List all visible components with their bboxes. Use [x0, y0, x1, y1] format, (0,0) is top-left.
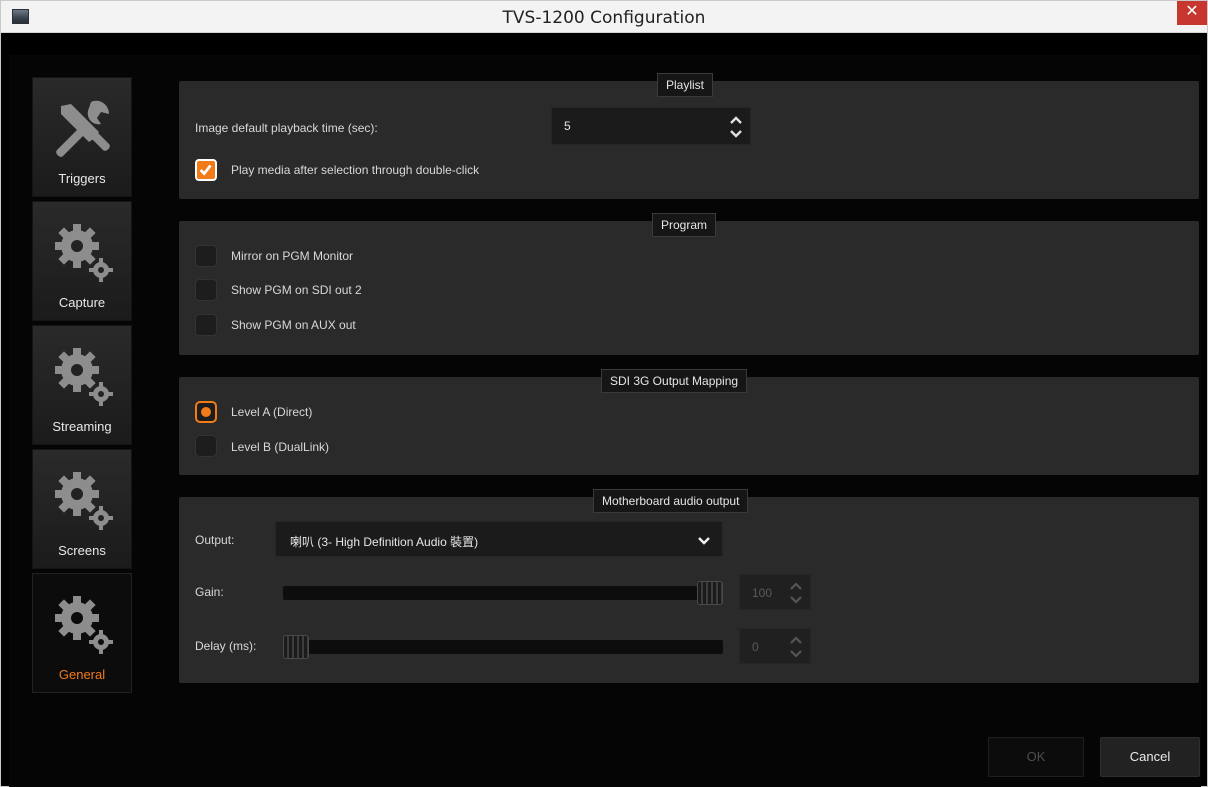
config-window: TVS-1200 Configuration ✕ Triggers Captur… — [0, 0, 1208, 787]
tools-icon — [56, 100, 110, 157]
gain-value: 100 — [752, 586, 773, 600]
mirror-pgm-checkbox[interactable] — [195, 245, 217, 267]
gain-stepper[interactable]: 100 — [739, 574, 811, 610]
gears-icon — [55, 348, 113, 406]
image-time-stepper[interactable]: 5 — [551, 107, 751, 145]
title-bar[interactable]: TVS-1200 Configuration ✕ — [1, 1, 1207, 33]
level-b-label: Level B (DualLink) — [231, 440, 330, 454]
sidebar-item-general[interactable]: General — [32, 573, 132, 693]
sidebar-item-label: Capture — [58, 295, 106, 310]
spin-arrows-icon[interactable] — [788, 632, 804, 662]
gears-icon — [55, 596, 113, 654]
delay-slider-handle[interactable] — [283, 635, 309, 659]
audio-output-select[interactable]: 喇叭 (3- High Definition Audio 裝置) — [275, 521, 723, 557]
sdi-mapping-group: SDI 3G Output Mapping Level A (Direct) L… — [179, 369, 1199, 475]
pgm-sdi-out2-label: Show PGM on SDI out 2 — [231, 283, 362, 297]
sidebar-item-streaming[interactable]: Streaming — [32, 325, 132, 445]
output-label: Output: — [195, 533, 235, 547]
delay-slider[interactable] — [283, 635, 723, 659]
gain-slider[interactable] — [283, 581, 723, 605]
level-a-label: Level A (Direct) — [231, 405, 313, 419]
sidebar-item-label: General — [58, 667, 106, 682]
spin-arrows-icon[interactable] — [788, 578, 804, 608]
gain-slider-handle[interactable] — [697, 581, 723, 605]
gain-label: Gain: — [195, 585, 224, 599]
level-b-radio[interactable] — [195, 435, 217, 457]
level-a-radio[interactable] — [195, 401, 217, 423]
pgm-aux-out-label: Show PGM on AUX out — [231, 318, 356, 332]
check-icon — [199, 164, 212, 176]
cancel-button[interactable]: Cancel — [1100, 737, 1200, 777]
window-title: TVS-1200 Configuration — [502, 8, 706, 28]
sidebar-item-capture[interactable]: Capture — [32, 201, 132, 321]
pgm-sdi-out2-checkbox[interactable] — [195, 279, 217, 301]
image-time-label: Image default playback time (sec): — [195, 121, 378, 135]
sidebar-item-label: Screens — [58, 543, 106, 558]
gears-icon — [55, 472, 113, 530]
sidebar-item-label: Streaming — [52, 419, 112, 434]
dialog-body: Triggers Capture Streaming Screens Gener… — [9, 55, 1201, 787]
delay-label: Delay (ms): — [195, 639, 257, 653]
playlist-group: Playlist Image default playback time (se… — [179, 73, 1199, 199]
audio-output-group: Motherboard audio output Output: 喇叭 (3- … — [179, 489, 1199, 683]
delay-stepper[interactable]: 0 — [739, 628, 811, 664]
sidebar-item-triggers[interactable]: Triggers — [32, 77, 132, 197]
chevron-down-icon — [698, 537, 710, 545]
double-click-checkbox[interactable] — [195, 159, 217, 181]
delay-value: 0 — [752, 640, 759, 654]
sidebar-item-label: Triggers — [58, 171, 106, 186]
pgm-aux-out-checkbox[interactable] — [195, 314, 217, 336]
group-title: Playlist — [657, 73, 714, 97]
mirror-pgm-label: Mirror on PGM Monitor — [231, 249, 354, 263]
group-title: Motherboard audio output — [593, 489, 749, 513]
program-group: Program Mirror on PGM Monitor Show PGM o… — [179, 213, 1199, 355]
audio-output-value: 喇叭 (3- High Definition Audio 裝置) — [290, 535, 479, 549]
gears-icon — [55, 224, 113, 282]
spin-arrows-icon[interactable] — [728, 112, 744, 142]
group-title: SDI 3G Output Mapping — [601, 369, 748, 393]
group-title: Program — [652, 213, 717, 237]
image-time-value: 5 — [564, 119, 571, 133]
double-click-label: Play media after selection through doubl… — [231, 163, 480, 177]
sidebar-item-screens[interactable]: Screens — [32, 449, 132, 569]
close-button[interactable]: ✕ — [1177, 1, 1207, 25]
ok-button[interactable]: OK — [988, 737, 1084, 777]
